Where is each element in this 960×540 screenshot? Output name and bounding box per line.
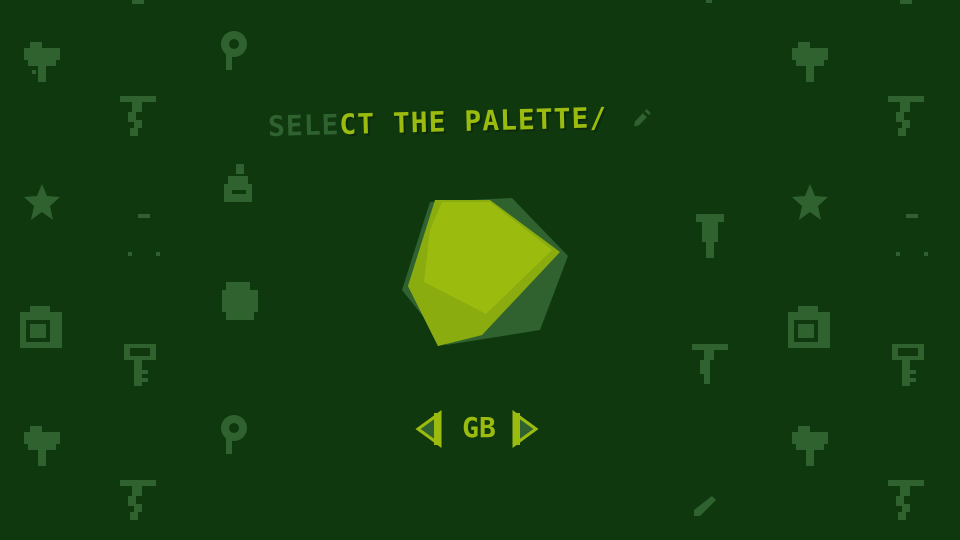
balloon-icon xyxy=(221,415,247,454)
potion-icon xyxy=(224,164,252,202)
sword-icon xyxy=(888,480,924,520)
key-icon xyxy=(124,344,156,386)
pen-icon xyxy=(634,109,651,127)
mushroom-icon xyxy=(222,282,258,320)
palette-select-screen: SELECT THE PALETTE/ GB xyxy=(0,0,960,540)
camera-icon xyxy=(20,306,62,348)
camera-icon xyxy=(788,306,830,348)
sword-icon xyxy=(888,96,924,136)
pen-icon xyxy=(694,496,716,516)
title-bright-text: CT THE PALETTE xyxy=(338,101,590,142)
arrow-left-icon[interactable] xyxy=(412,410,444,448)
key-icon xyxy=(892,344,924,386)
title-suffix: / xyxy=(588,101,608,135)
sparkle-icon xyxy=(896,214,928,256)
palette-name: GB xyxy=(462,411,496,444)
sparkle-icon xyxy=(128,214,160,256)
sword-icon xyxy=(692,344,728,384)
tree-icon xyxy=(792,42,828,82)
sword-icon xyxy=(120,96,156,136)
star-icon xyxy=(24,184,60,220)
tree-icon xyxy=(792,426,828,466)
sword-icon xyxy=(120,480,156,520)
star-icon xyxy=(792,184,828,220)
balloon-icon xyxy=(221,31,247,70)
palette-selector: GB xyxy=(410,405,550,451)
tree-icon xyxy=(24,42,60,82)
title-dim-text: SELE xyxy=(267,108,340,143)
tree-icon xyxy=(24,426,60,466)
pin-icon xyxy=(696,214,724,258)
arrow-right-icon[interactable] xyxy=(510,410,542,448)
palette-preview-gem xyxy=(402,198,568,346)
